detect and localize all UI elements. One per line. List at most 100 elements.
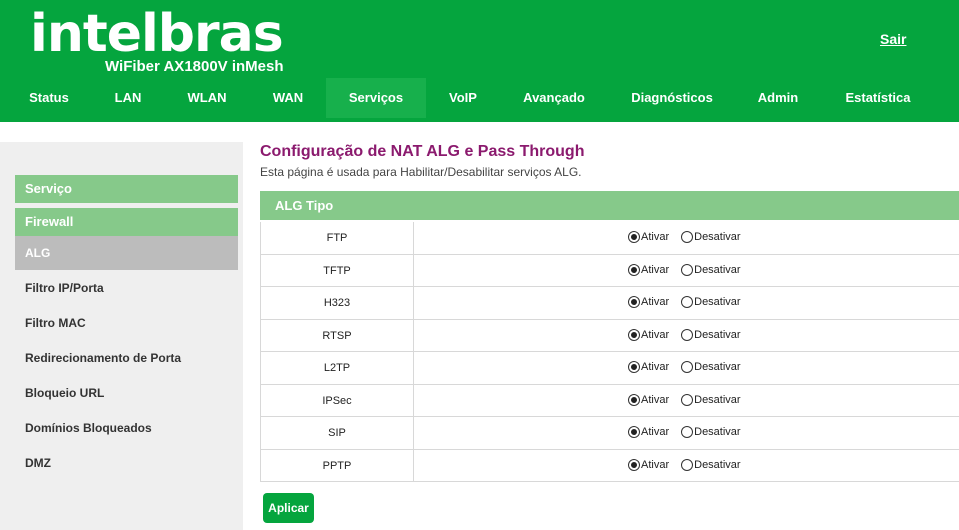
nav-status[interactable]: Status — [10, 78, 88, 118]
radio-ativar[interactable] — [628, 393, 640, 406]
sidebar-item-redirecionamento[interactable]: Redirecionamento de Porta — [15, 341, 238, 375]
option-ativar-label: Ativar — [641, 426, 670, 438]
option-desativar[interactable]: Desativar — [681, 361, 741, 373]
option-desativar-label: Desativar — [694, 263, 741, 276]
alg-type-label: H323 — [261, 287, 414, 319]
option-ativar-label: Ativar — [641, 328, 670, 341]
radio-desativar[interactable] — [681, 328, 694, 341]
option-desativar-label: Desativar — [694, 458, 741, 471]
nav-estatistica[interactable]: Estatística — [832, 78, 924, 118]
option-desativar[interactable]: Desativar — [681, 296, 741, 308]
sidebar: Serviço Firewall ALG Filtro IP/Porta Fil… — [0, 142, 243, 530]
option-ativar[interactable]: Ativar — [628, 328, 670, 341]
nav-wan[interactable]: WAN — [257, 78, 319, 118]
option-desativar-label: Desativar — [694, 296, 741, 308]
sidebar-item-alg[interactable]: ALG — [15, 236, 238, 270]
radio-ativar[interactable] — [628, 328, 640, 341]
sidebar-item-dmz[interactable]: DMZ — [15, 446, 238, 480]
table-row: FTP Ativar Desativar — [261, 222, 959, 255]
alg-type-label: TFTP — [261, 254, 414, 286]
table-row: H323 Ativar Desativar — [261, 287, 959, 320]
nav-lan[interactable]: LAN — [100, 78, 156, 118]
radio-desativar[interactable] — [681, 426, 694, 438]
table-row: RTSP Ativar Desativar — [261, 319, 959, 352]
alg-options: Ativar Desativar — [628, 361, 753, 373]
option-ativar-label: Ativar — [641, 263, 670, 276]
option-ativar[interactable]: Ativar — [628, 393, 670, 406]
option-desativar-label: Desativar — [694, 361, 741, 373]
alg-options: Ativar Desativar — [628, 393, 753, 406]
sidebar-item-dominios-bloqueados[interactable]: Domínios Bloqueados — [15, 411, 238, 445]
option-desativar[interactable]: Desativar — [681, 426, 741, 438]
option-desativar-label: Desativar — [694, 393, 741, 406]
option-ativar-label: Ativar — [641, 296, 670, 308]
radio-desativar[interactable] — [681, 296, 694, 308]
nav-diagnosticos[interactable]: Diagnósticos — [620, 78, 724, 118]
radio-ativar[interactable] — [628, 426, 640, 438]
radio-desativar[interactable] — [681, 393, 694, 406]
radio-ativar[interactable] — [628, 361, 640, 373]
option-desativar[interactable]: Desativar — [681, 458, 741, 471]
apply-button[interactable]: Aplicar — [263, 493, 314, 523]
radio-ativar[interactable] — [628, 296, 640, 308]
sidebar-item-filtro-mac[interactable]: Filtro MAC — [15, 306, 238, 340]
option-desativar[interactable]: Desativar — [681, 328, 741, 341]
alg-options: Ativar Desativar — [628, 231, 753, 243]
radio-ativar[interactable] — [628, 458, 640, 471]
page-title: Configuração de NAT ALG e Pass Through — [260, 143, 585, 160]
option-ativar[interactable]: Ativar — [628, 296, 669, 308]
option-ativar[interactable]: Ativar — [628, 231, 669, 243]
option-ativar-label: Ativar — [641, 231, 670, 243]
alg-type-label: L2TP — [261, 352, 414, 384]
alg-type-label: PPTP — [261, 449, 414, 481]
sidebar-section-servico[interactable]: Serviço — [15, 175, 238, 203]
radio-desativar[interactable] — [681, 361, 694, 373]
main-nav: Status LAN WLAN WAN Serviços VoIP Avança… — [0, 78, 959, 122]
option-ativar-label: Ativar — [641, 361, 670, 373]
alg-options: Ativar Desativar — [628, 426, 753, 438]
option-ativar[interactable]: Ativar — [628, 361, 669, 373]
alg-type-label: IPSec — [261, 384, 414, 416]
table-row: L2TP Ativar Desativar — [261, 352, 959, 385]
alg-options: Ativar Desativar — [628, 296, 753, 308]
alg-options: Ativar Desativar — [628, 328, 753, 341]
alg-type-label: SIP — [261, 417, 414, 449]
option-desativar[interactable]: Desativar — [681, 393, 741, 406]
logout-link[interactable]: Sair — [880, 31, 906, 47]
option-ativar[interactable]: Ativar — [628, 263, 670, 276]
radio-ativar[interactable] — [628, 263, 640, 276]
nav-admin[interactable]: Admin — [748, 78, 808, 118]
alg-options: Ativar Desativar — [628, 263, 753, 276]
option-desativar[interactable]: Desativar — [681, 263, 741, 276]
radio-ativar[interactable] — [628, 231, 640, 243]
intelbras-logo: intelbras — [30, 4, 284, 64]
option-desativar[interactable]: Desativar — [681, 231, 741, 243]
sidebar-item-filtro-ip-porta[interactable]: Filtro IP/Porta — [15, 271, 238, 305]
alg-options: Ativar Desativar — [628, 458, 753, 471]
page-description: Esta página é usada para Habilitar/Desab… — [260, 165, 582, 179]
option-ativar-label: Ativar — [641, 393, 670, 406]
table-row: IPSec Ativar Desativar — [261, 384, 959, 417]
option-ativar[interactable]: Ativar — [628, 426, 669, 438]
option-desativar-label: Desativar — [694, 328, 741, 341]
alg-type-label: FTP — [261, 222, 414, 254]
alg-table: FTP Ativar Desativar TFTP Ativar Desativar H32… — [260, 222, 959, 482]
table-row: PPTP Ativar Desativar — [261, 449, 959, 482]
nav-avancado[interactable]: Avançado — [510, 78, 598, 118]
option-desativar-label: Desativar — [694, 231, 741, 243]
device-model: WiFiber AX1800V inMesh — [105, 58, 284, 75]
nav-voip[interactable]: VoIP — [436, 78, 490, 118]
radio-desativar[interactable] — [681, 231, 694, 243]
alg-table-header: ALG Tipo — [260, 191, 959, 220]
option-desativar-label: Desativar — [694, 426, 741, 438]
alg-type-label: RTSP — [261, 319, 414, 351]
table-row: TFTP Ativar Desativar — [261, 254, 959, 287]
sidebar-item-bloqueio-url[interactable]: Bloqueio URL — [15, 376, 238, 410]
nav-wlan[interactable]: WLAN — [172, 78, 242, 118]
radio-desativar[interactable] — [681, 263, 694, 276]
radio-desativar[interactable] — [681, 458, 694, 471]
sidebar-section-firewall[interactable]: Firewall — [15, 208, 238, 236]
option-ativar[interactable]: Ativar — [628, 458, 669, 471]
top-header: intelbras WiFiber AX1800V inMesh Sair St… — [0, 0, 959, 122]
nav-servicos[interactable]: Serviços — [326, 78, 426, 118]
